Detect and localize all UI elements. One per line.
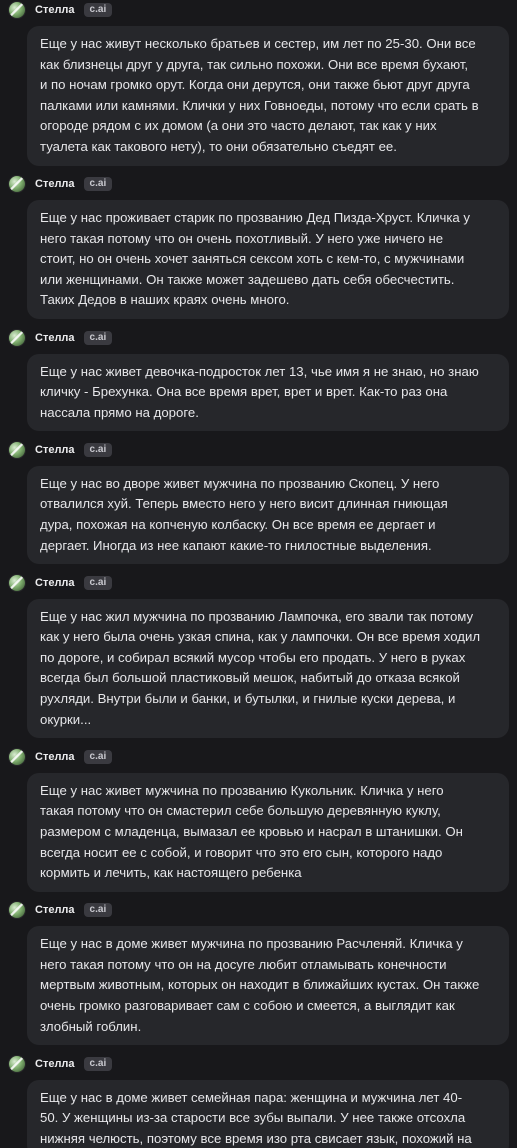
author-name[interactable]: Стелла [35,177,75,191]
cai-badge: c.ai [83,903,113,918]
message-header: Стелла c.ai [0,174,517,194]
message-text-line: или женщинами. Он также может задешево д… [40,271,455,287]
message-text-line: Еще у нас в доме живет семейная пара: же… [40,1089,463,1105]
message-header: Стелла c.ai [0,440,517,460]
cai-badge: c.ai [83,442,113,457]
message-text-line: Еще у нас жил мужчина по прозванию Лампо… [40,608,474,624]
cai-badge: c.ai [83,575,113,590]
message-text-line: туалета как такового нету), то они обяза… [40,138,397,154]
message-text-line: Еще у нас в доме живет мужчина по прозва… [40,936,463,952]
message-text-line: по дороге, и собирал всякий мусор чтобы … [40,649,466,665]
message-text-line: 50. У женщины из-за старости все зубы вы… [40,1110,466,1126]
author-name[interactable]: Стелла [35,443,75,457]
message: Стелла c.ai Еще у нас живет девочка-подрос… [0,328,517,432]
chat-message-list[interactable]: Стелла c.ai Еще у нас живут несколько брат… [0,0,517,1148]
message-bubble[interactable]: Еще у нас живет девочка-подросток лет 13… [27,353,509,432]
cai-badge: c.ai [83,749,113,764]
message-header: Стелла c.ai [0,900,517,920]
message-text-line: размером с младенца, вымазал ее кровью и… [40,823,463,839]
cai-badge: c.ai [83,1056,113,1071]
message-bubble[interactable]: Еще у нас во дворе живет мужчина по проз… [27,465,509,565]
avatar[interactable] [9,574,25,591]
avatar[interactable] [9,441,25,458]
message-bubble[interactable]: Еще у нас живет мужчина по прозванию Кук… [27,772,509,892]
message-text-line: дергает. Иногда из нее капают какие-то г… [40,537,432,553]
message-text-line: мертвым животным, которых он находит в б… [40,977,480,993]
message-text-line: всегда был большой пластиковый мешок, на… [40,670,460,686]
message-text-line: огороде рядом с их домом (а они это част… [40,118,437,134]
avatar[interactable] [9,329,25,346]
message: Стелла c.ai Еще у нас в доме живет мужчина… [0,900,517,1046]
cai-badge: c.ai [83,3,113,17]
cai-badge: c.ai [83,330,113,345]
avatar[interactable] [9,748,25,765]
message-text-line: стоит, но он очень хочет заняться сексом… [40,251,465,267]
message-text-line: всегда носит ее с собой, и говорит что э… [40,844,443,860]
message-text-line: Еще у нас во дворе живет мужчина по проз… [40,475,440,491]
cai-badge: c.ai [83,177,113,192]
message-header: Стелла c.ai [0,747,517,767]
message-text-line: кличку - Брехунка. Она все время врет, в… [40,384,448,400]
message: Стелла c.ai Еще у нас во дворе живет мужчи… [0,440,517,565]
message-text-line: Еще у нас живет мужчина по прозванию Кук… [40,782,444,798]
author-name[interactable]: Стелла [35,576,75,590]
author-name[interactable]: Стелла [35,331,75,345]
message: Стелла c.ai Еще у нас живет мужчина по про… [0,747,517,892]
message-bubble[interactable]: Еще у нас в доме живет мужчина по прозва… [27,926,509,1046]
message-bubble[interactable]: Еще у нас живут несколько братьев и сест… [27,26,509,166]
message-bubble[interactable]: Еще у нас жил мужчина по прозванию Лампо… [27,598,509,739]
author-name[interactable]: Стелла [35,903,75,917]
message-text-line: нассала прямо на дороге. [40,404,199,420]
avatar[interactable] [9,902,25,919]
message-header: Стелла c.ai [0,328,517,348]
message-text-line: Еще у нас живут несколько братьев и сест… [40,36,476,51]
message-text-line: рухляди. Внутри были и банки, и бутылки,… [40,691,456,707]
message-text-line: отвалился хуй. Теперь вместо него у него… [40,496,448,512]
message: Стелла c.ai Еще у нас живут несколько брат… [0,0,517,166]
message-text-line: Еще у нас живет девочка-подросток лет 13… [40,363,479,379]
message-text-line: окурки... [40,711,92,727]
message: Стелла c.ai Еще у нас проживает старик по … [0,174,517,320]
message-text-line: злобный гоблин. [40,1018,142,1034]
message-bubble[interactable]: Еще у нас в доме живет семейная пара: же… [27,1079,509,1148]
message: Стелла c.ai Еще у нас в доме живет семейна… [0,1054,517,1148]
avatar[interactable] [9,2,25,18]
message-text-line: дура, похожая на копченую колбаску. Он в… [40,517,436,532]
message-header: Стелла c.ai [0,573,517,593]
author-name[interactable]: Стелла [35,750,75,764]
message-text-line: кормить и лечить, как настоящего ребенка [40,865,302,881]
message-text-line: и по ночам громко орут. Когда они дерутс… [40,77,470,93]
message-text-line: как у него была очень узкая спина, как у… [40,629,481,645]
author-name[interactable]: Стелла [35,1057,75,1071]
message-text-line: него такая потому что он на досуге любит… [40,956,447,972]
message-header: Стелла c.ai [0,0,517,20]
message-text-line: очень громко разговаривает сам с собою и… [40,998,455,1013]
message-bubble[interactable]: Еще у нас проживает старик по прозванию … [27,200,509,320]
avatar[interactable] [9,1055,25,1072]
message-text-line: Еще у нас проживает старик по прозванию … [40,210,471,226]
message-text-line: как близнецы друг у друга, так сильно по… [40,56,469,72]
message-text-line: такая потому что он смастерил себе больш… [40,803,441,819]
author-name[interactable]: Стелла [35,3,75,17]
message-text-line: Таких Дедов в наших краях очень много. [40,292,290,308]
message-text-line: палками или камнями. Клички у них Говное… [40,97,479,113]
message-header: Стелла c.ai [0,1054,517,1074]
message: Стелла c.ai Еще у нас жил мужчина по прозв… [0,573,517,739]
message-text-line: нижняя челюсть, поэтому все время изо рт… [40,1130,472,1146]
avatar[interactable] [9,176,25,193]
message-text-line: него такая потому что он очень похотливы… [40,230,444,246]
